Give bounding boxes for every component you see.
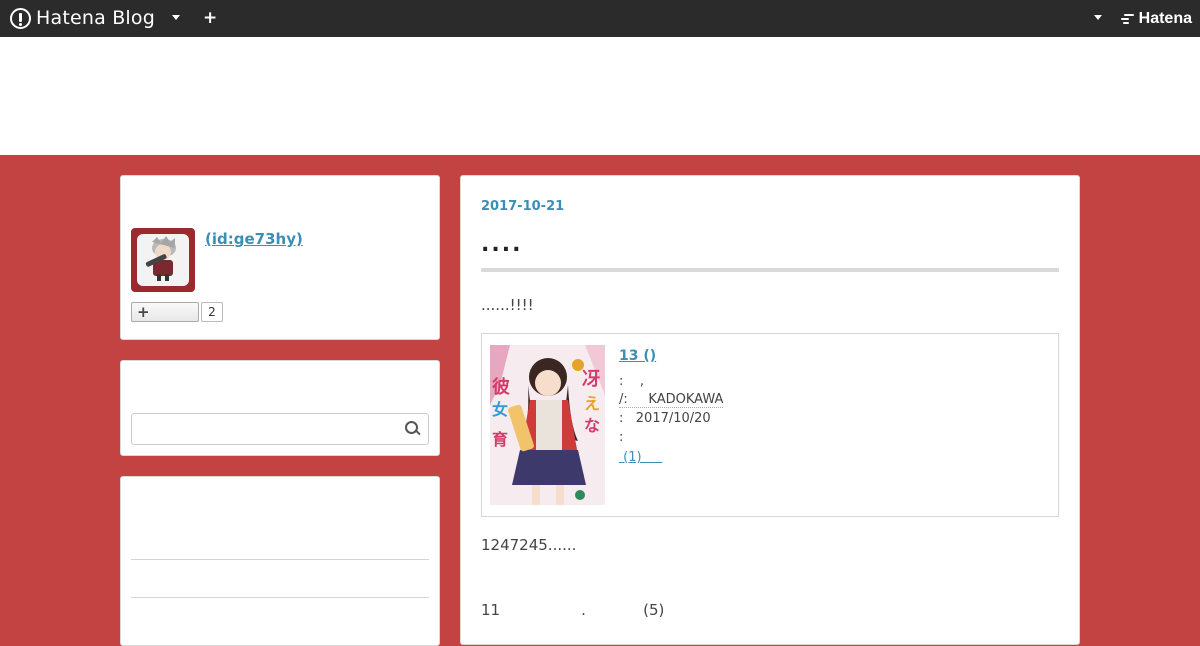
hatena-blog-logo-icon — [10, 7, 31, 29]
svg-text:彼: 彼 — [492, 376, 510, 398]
svg-text:え: え — [584, 394, 600, 413]
product-author: : , — [619, 374, 645, 389]
search-icon[interactable] — [405, 421, 420, 436]
list-divider — [131, 559, 429, 560]
svg-text:な: な — [584, 416, 600, 435]
entry-intro-text: ......!!!! — [481, 296, 534, 314]
plus-icon: + — [137, 303, 150, 321]
user-menu-caret-down-icon[interactable] — [1094, 15, 1102, 20]
product-title-link[interactable]: 13 () — [619, 348, 656, 364]
title-divider — [481, 268, 1059, 272]
profile-module: (id:ge73hy) + 2 — [120, 175, 440, 340]
product-review-link[interactable]: (1) — [619, 450, 662, 465]
svg-text:冴: 冴 — [582, 369, 600, 390]
product-release-date: : 2017/10/20 — [619, 411, 711, 426]
recent-entries-module — [120, 476, 440, 646]
entry-article: 2017-10-21 .... ......!!!! 彼 女 育 冴 え な 1… — [460, 175, 1080, 645]
hatena-brand-name: Hatena — [1138, 10, 1192, 27]
blog-menu-caret-down-icon[interactable] — [172, 15, 180, 20]
new-post-plus-icon[interactable]: + — [203, 9, 217, 27]
avatar-illustration-icon — [145, 236, 176, 281]
brand-name: Hatena Blog — [36, 7, 155, 29]
product-embed: 彼 女 育 冴 え な 13 () : , /: KADOKAWA : 2017… — [481, 333, 1059, 517]
hatena-brand-link[interactable]: Hatena — [1120, 8, 1192, 30]
top-navigation-bar: Hatena Blog + Hatena — [0, 0, 1200, 37]
product-media: : — [619, 430, 624, 445]
entry-title[interactable]: .... — [481, 232, 522, 257]
hatena-logo-icon — [1120, 13, 1135, 25]
list-divider — [131, 597, 429, 598]
hatena-blog-brand[interactable]: Hatena Blog — [10, 7, 155, 29]
book-cover-image[interactable]: 彼 女 育 冴 え な — [490, 345, 605, 505]
entry-paragraph: 1247245...... — [481, 536, 577, 554]
product-publisher[interactable]: /: KADOKAWA — [619, 392, 724, 408]
follow-button[interactable]: + — [131, 302, 199, 322]
svg-text:育: 育 — [492, 430, 508, 449]
search-module — [120, 360, 440, 456]
book-cover-illustration-icon: 彼 女 育 冴 え な — [490, 345, 605, 505]
profile-id-link[interactable]: (id:ge73hy) — [205, 230, 303, 248]
search-input[interactable] — [131, 413, 429, 445]
blog-header-band — [0, 37, 1200, 155]
entry-date[interactable]: 2017-10-21 — [481, 199, 564, 214]
avatar[interactable] — [131, 228, 195, 292]
follower-count: 2 — [201, 302, 223, 322]
svg-text:女: 女 — [492, 400, 508, 419]
entry-paragraph: 11 . (5) — [481, 601, 665, 619]
